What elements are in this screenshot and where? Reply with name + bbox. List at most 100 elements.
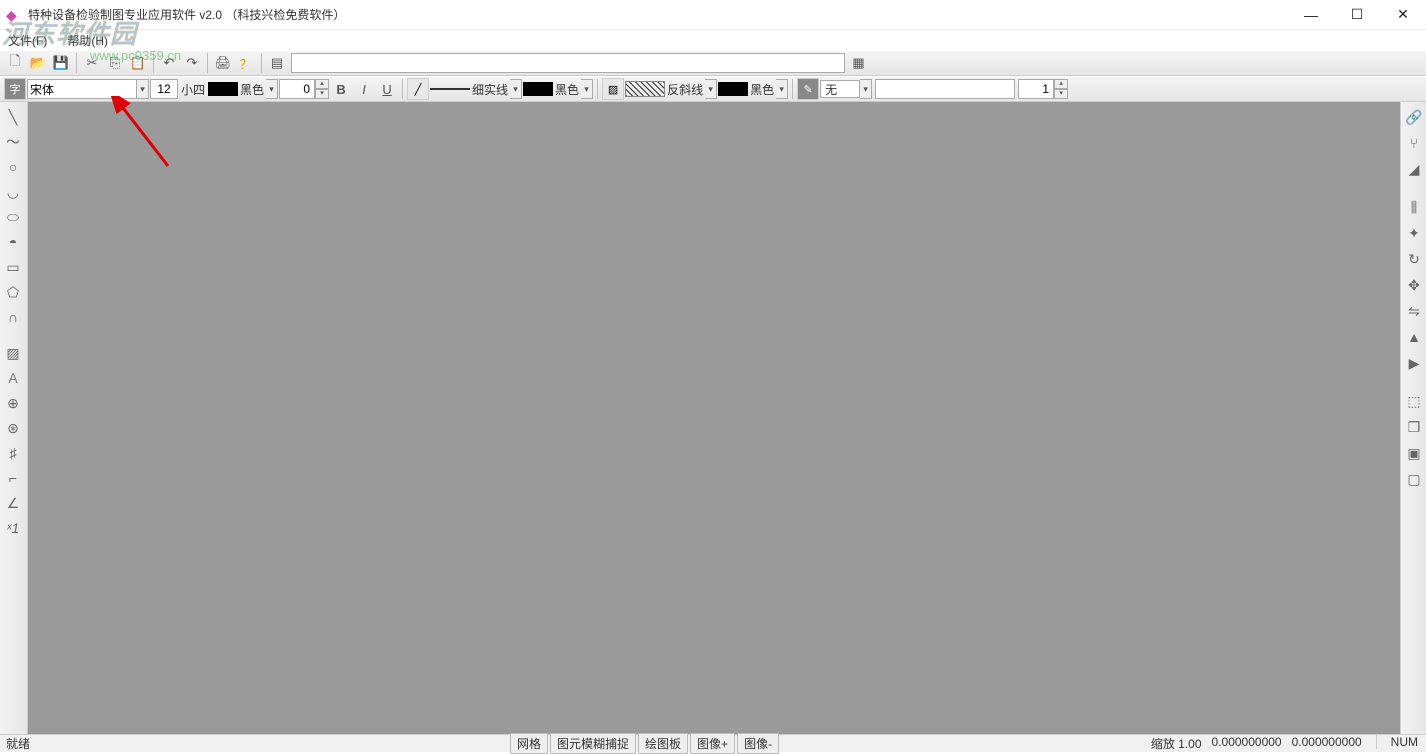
hatch-label: 反斜线	[665, 81, 705, 98]
print-icon[interactable]: 🖨	[212, 52, 234, 74]
address-input[interactable]	[291, 53, 845, 73]
undo-icon[interactable]: ↶	[158, 52, 180, 74]
page-icon[interactable]: ▦	[848, 52, 870, 74]
status-coord-y: 0.000000000	[1292, 735, 1362, 752]
grid-tool-icon[interactable]: ♯	[2, 442, 24, 464]
status-zoom: 缩放 1.00	[1151, 735, 1202, 752]
text-color-label: 黑色	[238, 81, 266, 98]
property-input[interactable]	[875, 79, 1015, 99]
fill-dropdown-icon[interactable]: ▾	[860, 79, 872, 99]
line-tool-icon[interactable]: ╲	[2, 106, 24, 128]
line-style-icon[interactable]: ╱	[407, 78, 429, 100]
arc-tool-icon[interactable]: ◡	[2, 181, 24, 203]
group-icon[interactable]: ▣	[1403, 442, 1425, 464]
node-tool-icon[interactable]: ✦	[1403, 222, 1425, 244]
font-name-select[interactable]	[27, 79, 137, 99]
size-preset-label[interactable]: 小四	[179, 81, 207, 98]
hatch-color-swatch	[718, 82, 748, 96]
count-input[interactable]	[1018, 79, 1054, 99]
app-icon: ◆	[6, 7, 22, 23]
right-toolbar: 🔗 ⑂ ◢ ⫼ ✦ ↻ ✥ ⇋ ▲ ▶ ⬚ ❐ ▣ ▢	[1400, 102, 1426, 734]
status-snap-button[interactable]: 图元模糊捕捉	[550, 733, 636, 754]
angle-tool-icon[interactable]: ∠	[2, 492, 24, 514]
copy-icon[interactable]: ⎘	[104, 52, 126, 74]
status-image-minus-button[interactable]: 图像-	[737, 733, 779, 754]
italic-button[interactable]: I	[353, 78, 375, 100]
mirror-v-icon[interactable]: ▲	[1403, 326, 1425, 348]
status-image-plus-button[interactable]: 图像+	[690, 733, 735, 754]
flip-h-icon[interactable]: ⇋	[1403, 300, 1425, 322]
hatch-fill-icon[interactable]: ▨	[2, 342, 24, 364]
maximize-button[interactable]: ☐	[1334, 0, 1380, 30]
bring-front-icon[interactable]: ⬚	[1403, 390, 1425, 412]
dimension-tool-icon[interactable]: ⊕	[2, 392, 24, 414]
rotate-tool-icon[interactable]: ↻	[1403, 248, 1425, 270]
underline-button[interactable]: U	[376, 78, 398, 100]
label-tool-icon[interactable]: ˣ1	[2, 517, 24, 539]
help-icon[interactable]: ？	[235, 52, 257, 74]
curve-tool-icon[interactable]: 〜	[2, 131, 24, 153]
font-dropdown-icon[interactable]: ▾	[137, 79, 149, 99]
branch-tool-icon[interactable]: ⑂	[1403, 132, 1425, 154]
link-tool-icon[interactable]: 🔗	[1403, 106, 1425, 128]
line-width-input[interactable]	[279, 79, 315, 99]
statusbar: 就绪 网格 图元模糊捕捉 绘图板 图像+ 图像- 缩放 1.00 0.00000…	[0, 734, 1426, 752]
hatch-color-label: 黑色	[748, 81, 776, 98]
line-sample	[430, 88, 470, 90]
separator	[597, 79, 598, 99]
ungroup-icon[interactable]: ▢	[1403, 468, 1425, 490]
line-style-dropdown-icon[interactable]: ▾	[510, 79, 522, 99]
line-color-swatch	[523, 82, 553, 96]
paste-icon[interactable]: 📋	[127, 52, 149, 74]
drawing-canvas[interactable]	[28, 102, 1400, 734]
hatch-tool-icon[interactable]: ▨	[602, 78, 624, 100]
line-color-label: 黑色	[553, 81, 581, 98]
open-icon[interactable]: 📂	[27, 52, 49, 74]
menubar: 文件(F) 帮助(H)	[0, 30, 1426, 50]
save-icon[interactable]: 💾	[50, 52, 72, 74]
move-tool-icon[interactable]: ✥	[1403, 274, 1425, 296]
mirror-h-icon[interactable]: ▶	[1403, 352, 1425, 374]
ellipse-tool-icon[interactable]: ⬭	[2, 206, 24, 228]
send-back-icon[interactable]: ❐	[1403, 416, 1425, 438]
hatch-sample	[625, 81, 665, 97]
font-tool-icon[interactable]: 字	[4, 78, 26, 100]
count-spinner[interactable]: ▴▾	[1054, 79, 1068, 99]
status-ready: 就绪	[0, 735, 510, 752]
separator	[153, 53, 154, 73]
titlebar: ◆ 特种设备检验制图专业应用软件 v2.0 （科技兴检免费软件） — ☐ ✕	[0, 0, 1426, 30]
text-tool-icon[interactable]: A	[2, 367, 24, 389]
circle-tool-icon[interactable]: ○	[2, 156, 24, 178]
close-button[interactable]: ✕	[1380, 0, 1426, 30]
status-coord-x: 0.000000000	[1212, 735, 1282, 752]
symbol-tool-icon[interactable]: ⊛	[2, 417, 24, 439]
align-tool-icon[interactable]: ⫼	[1403, 196, 1425, 218]
window-title: 特种设备检验制图专业应用软件 v2.0 （科技兴检免费软件）	[28, 6, 1288, 23]
line-width-spinner[interactable]: ▴▾	[315, 79, 329, 99]
line-color-dropdown-icon[interactable]: ▾	[581, 79, 593, 99]
page-setup-icon[interactable]: ▤	[266, 52, 288, 74]
bracket-tool-icon[interactable]: ⌐	[2, 467, 24, 489]
font-size-input[interactable]	[150, 79, 178, 99]
new-icon[interactable]: 🗋	[4, 52, 26, 74]
hatch-dropdown-icon[interactable]: ▾	[705, 79, 717, 99]
cut-icon[interactable]: ✂	[81, 52, 103, 74]
status-grid-button[interactable]: 网格	[510, 733, 548, 754]
toolbar-format: 字 ▾ 小四 黑色 ▾ ▴▾ B I U ╱ 细实线 ▾ 黑色 ▾ ▨ 反斜线 …	[0, 76, 1426, 102]
semi-tool-icon[interactable]: ◓	[2, 231, 24, 253]
left-toolbar: ╲ 〜 ○ ◡ ⬭ ◓ ▭ ⬠ ∩ ▨ A ⊕ ⊛ ♯ ⌐ ∠ ˣ1	[0, 102, 28, 734]
spline-tool-icon[interactable]: ∩	[2, 306, 24, 328]
hatch-color-dropdown-icon[interactable]: ▾	[776, 79, 788, 99]
text-color-dropdown-icon[interactable]: ▾	[266, 79, 278, 99]
eraser-tool-icon[interactable]: ◢	[1403, 158, 1425, 180]
rect-tool-icon[interactable]: ▭	[2, 256, 24, 278]
redo-icon[interactable]: ↷	[181, 52, 203, 74]
polygon-tool-icon[interactable]: ⬠	[2, 281, 24, 303]
bold-button[interactable]: B	[330, 78, 352, 100]
fill-tool-icon[interactable]: ✎	[797, 78, 819, 100]
minimize-button[interactable]: —	[1288, 0, 1334, 30]
menu-file[interactable]: 文件(F)	[4, 31, 51, 50]
status-board-button[interactable]: 绘图板	[638, 733, 688, 754]
text-color-swatch	[208, 82, 238, 96]
menu-help[interactable]: 帮助(H)	[63, 31, 112, 50]
